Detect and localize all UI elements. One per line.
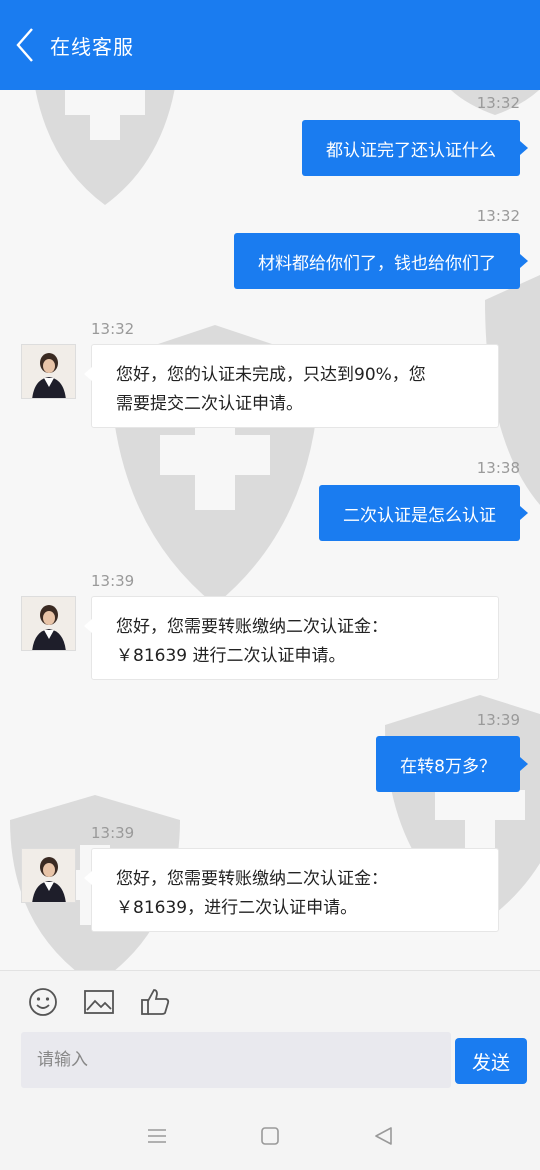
agent-avatar-image <box>22 597 75 650</box>
square-icon <box>261 1127 279 1145</box>
page-title: 在线客服 <box>50 34 134 59</box>
top-bar: 在线客服 <box>0 0 540 90</box>
message-line: 您好，您的认证未完成，只达到90%，您 <box>116 365 426 385</box>
nav-menu-button[interactable] <box>137 1116 177 1156</box>
message-timestamp: 13:39 <box>476 711 520 729</box>
image-button[interactable] <box>82 985 116 1019</box>
incoming-message-bubble[interactable]: 您好，您需要转账缴纳二次认证金： ￥81639，进行二次认证申请。 <box>84 848 499 932</box>
message-timestamp: 13:38 <box>476 459 520 477</box>
back-button[interactable] <box>0 0 50 90</box>
message-line: 您好，您需要转账缴纳二次认证金： <box>116 617 388 637</box>
image-icon <box>84 989 114 1014</box>
like-button[interactable] <box>138 985 172 1019</box>
nav-home-button[interactable] <box>250 1116 290 1156</box>
shield-watermark-icon <box>35 90 175 205</box>
outgoing-message-bubble[interactable]: 都认证完了还认证什么 <box>302 120 528 176</box>
outgoing-message-bubble[interactable]: 二次认证是怎么认证 <box>319 485 528 541</box>
message-line: ￥81639 进行二次认证申请。 <box>116 646 346 666</box>
send-button[interactable]: 发送 <box>455 1038 527 1084</box>
emoji-button[interactable] <box>26 985 60 1019</box>
message-input[interactable] <box>21 1032 451 1088</box>
chevron-left-icon <box>16 28 33 62</box>
agent-avatar[interactable] <box>21 344 76 399</box>
message-timestamp: 13:39 <box>91 824 135 842</box>
chat-area[interactable]: 13:32 都认证完了还认证什么 13:32 材料都给你们了，钱也给你们了 13… <box>0 90 540 970</box>
message-timestamp: 13:32 <box>476 207 520 225</box>
thumbs-up-icon <box>141 988 170 1015</box>
input-toolbar <box>0 970 540 1032</box>
agent-avatar-image <box>22 345 75 398</box>
outgoing-message-bubble[interactable]: 材料都给你们了，钱也给你们了 <box>234 233 528 289</box>
message-timestamp: 13:32 <box>476 94 520 112</box>
input-row: 发送 <box>0 1032 540 1102</box>
smiley-icon <box>29 987 57 1016</box>
menu-icon <box>147 1129 166 1143</box>
message-timestamp: 13:32 <box>91 320 135 338</box>
agent-avatar[interactable] <box>21 596 76 651</box>
message-line: 需要提交二次认证申请。 <box>116 394 303 414</box>
message-line: ￥81639，进行二次认证申请。 <box>116 898 358 918</box>
incoming-message-bubble[interactable]: 您好，您需要转账缴纳二次认证金： ￥81639 进行二次认证申请。 <box>84 596 499 680</box>
agent-avatar-image <box>22 849 75 902</box>
outgoing-message-bubble[interactable]: 在转8万多？ <box>376 736 528 792</box>
triangle-back-icon <box>375 1127 393 1145</box>
nav-back-button[interactable] <box>363 1116 403 1156</box>
message-line: 您好，您需要转账缴纳二次认证金： <box>116 869 388 889</box>
message-timestamp: 13:39 <box>91 572 135 590</box>
system-nav-bar <box>0 1102 540 1170</box>
incoming-message-bubble[interactable]: 您好，您的认证未完成，只达到90%，您 需要提交二次认证申请。 <box>84 344 499 428</box>
agent-avatar[interactable] <box>21 848 76 903</box>
